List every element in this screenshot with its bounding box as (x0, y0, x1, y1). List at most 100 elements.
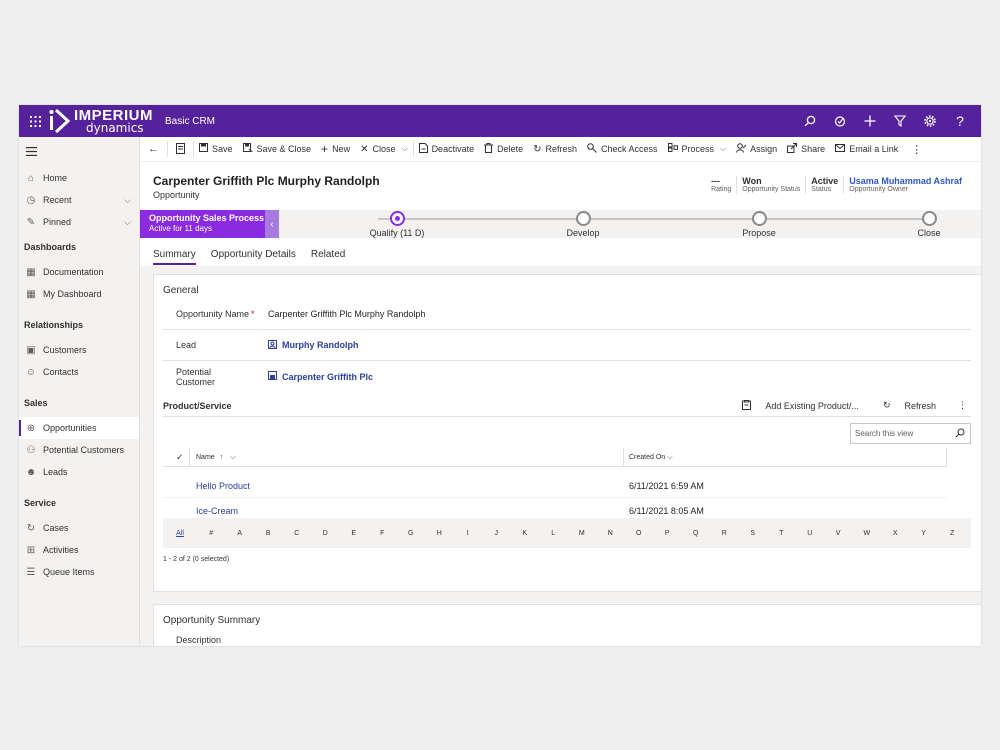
sidebar-item-pinned[interactable]: ✎ Pinned ⌵ (19, 211, 139, 233)
app-name[interactable]: Basic CRM (165, 116, 215, 127)
plus-icon[interactable] (855, 105, 885, 137)
alpha-filter-item[interactable]: Y (910, 530, 939, 537)
alpha-filter-all[interactable]: All (163, 530, 197, 537)
chevron-down-icon[interactable]: ⌵ (401, 144, 407, 154)
check-access-button[interactable]: Check Access (582, 137, 663, 162)
chevron-down-icon[interactable]: ⌵ (124, 195, 131, 206)
alpha-filter-item[interactable]: L (539, 530, 568, 537)
alpha-filter-item[interactable]: E (340, 530, 369, 537)
stage-label: Qualify (11 D) (369, 228, 425, 238)
created-on-cell: 6/11/2021 6:59 AM (629, 481, 704, 491)
alpha-filter-item[interactable]: Z (938, 530, 967, 537)
sidebar-item-home[interactable]: ⌂ Home (19, 167, 139, 189)
sidebar-item-my-dashboard[interactable]: ▦ My Dashboard (19, 283, 139, 305)
alpha-filter-item[interactable]: K (511, 530, 540, 537)
gear-icon[interactable] (915, 105, 945, 137)
tab-summary[interactable]: Summary (153, 238, 196, 266)
task-icon[interactable] (825, 105, 855, 137)
alpha-filter-item[interactable]: R (710, 530, 739, 537)
alpha-filter-item[interactable]: C (283, 530, 312, 537)
deactivate-button[interactable]: Deactivate (414, 137, 480, 162)
alpha-filter-item[interactable]: M (568, 530, 597, 537)
tab-opportunity-details[interactable]: Opportunity Details (211, 238, 296, 266)
help-icon[interactable]: ? (945, 105, 975, 137)
tab-related[interactable]: Related (311, 238, 345, 266)
sidebar-item-recent[interactable]: ◷ Recent ⌵ (19, 189, 139, 211)
stage-develop[interactable]: Develop (543, 211, 623, 238)
sidebar-item-opportunities[interactable]: ⊕ Opportunities (19, 417, 139, 439)
delete-button[interactable]: Delete (479, 137, 528, 162)
subgrid-search-input[interactable]: Search this view (850, 423, 971, 444)
sidebar-item-customers[interactable]: ▣ Customers (19, 339, 139, 361)
process-name-tag[interactable]: Opportunity Sales Process Active for 11 … (140, 210, 265, 238)
refresh-label: Refresh (545, 144, 578, 154)
alpha-filter-item[interactable]: P (653, 530, 682, 537)
alpha-filter-item[interactable]: T (767, 530, 796, 537)
product-name-link[interactable]: Ice-Cream (196, 506, 238, 516)
form-selector-button[interactable] (168, 137, 193, 162)
user-icon: ⚇ (26, 444, 36, 456)
owner-link[interactable]: Usama Muhammad Ashraf (849, 176, 962, 186)
hamburger-menu[interactable] (19, 141, 139, 161)
section-title: General (163, 285, 199, 296)
alpha-filter-item[interactable]: # (197, 530, 226, 537)
filter-icon[interactable] (885, 105, 915, 137)
more-commands-button[interactable]: ⋮ (903, 137, 930, 162)
lead-lookup[interactable]: Murphy Randolph (263, 339, 359, 351)
save-close-button[interactable]: Save & Close (238, 137, 317, 162)
customer-lookup[interactable]: Carpenter Griffith Plc (263, 371, 373, 382)
sidebar-item-cases[interactable]: ↻ Cases (19, 517, 139, 539)
alpha-filter-item[interactable]: U (796, 530, 825, 537)
sidebar-item-potential-customers[interactable]: ⚇ Potential Customers (19, 439, 139, 461)
column-header-created-on[interactable]: Created On ⌵ (623, 448, 673, 467)
sidebar-item-activities[interactable]: ⊞ Activities (19, 539, 139, 561)
sidebar-item-documentation[interactable]: ▦ Documentation (19, 261, 139, 283)
alpha-filter-item[interactable]: A (226, 530, 255, 537)
app-launcher-icon[interactable] (24, 115, 46, 127)
save-button[interactable]: Save (194, 137, 238, 162)
alpha-filter-item[interactable]: D (311, 530, 340, 537)
alpha-filter-item[interactable]: F (368, 530, 397, 537)
alpha-filter-item[interactable]: N (596, 530, 625, 537)
select-all-checkbox[interactable]: ✓ (176, 452, 184, 463)
chevron-down-icon[interactable]: ⌵ (124, 217, 131, 228)
chevron-left-icon[interactable]: ‹ (265, 210, 279, 238)
search-icon[interactable] (795, 105, 825, 137)
alpha-filter-item[interactable]: O (625, 530, 654, 537)
assign-button[interactable]: Assign (731, 137, 782, 162)
sidebar-item-queue-items[interactable]: ☰ Queue Items (19, 561, 139, 583)
company-logo[interactable]: IMPERIUM dynamics (48, 105, 153, 137)
alpha-filter-item[interactable]: S (739, 530, 768, 537)
new-button[interactable]: + New (316, 137, 355, 162)
alpha-filter-item[interactable]: V (824, 530, 853, 537)
close-button[interactable]: ✕ Close ⌵ (355, 137, 412, 162)
header-field-opportunity-status: Won Opportunity Status (736, 176, 805, 195)
alpha-filter-item[interactable]: H (425, 530, 454, 537)
stage-propose[interactable]: Propose (719, 211, 799, 238)
sidebar-item-leads[interactable]: ☻ Leads (19, 461, 139, 483)
chevron-down-icon[interactable]: ⌵ (720, 144, 726, 154)
alpha-filter-item[interactable]: Q (682, 530, 711, 537)
alpha-filter-item[interactable]: G (397, 530, 426, 537)
back-button[interactable]: ← (140, 137, 167, 162)
product-name-link[interactable]: Hello Product (196, 481, 250, 491)
alpha-filter-item[interactable]: W (853, 530, 882, 537)
more-vertical-icon[interactable]: ⋮ (958, 400, 967, 411)
column-header-name[interactable]: Name ↑ ⌵ (189, 448, 236, 467)
search-icon[interactable] (955, 428, 965, 440)
alpha-filter-item[interactable]: X (881, 530, 910, 537)
add-existing-product-button[interactable]: Add Existing Product/... (736, 399, 859, 412)
share-button[interactable]: Share (782, 137, 830, 162)
opportunity-name-input[interactable]: Carpenter Griffith Plc Murphy Randolph (263, 309, 425, 319)
alpha-filter-item[interactable]: J (482, 530, 511, 537)
table-row[interactable]: Hello Product 6/11/2021 6:59 AM (163, 473, 947, 498)
alpha-filter-item[interactable]: B (254, 530, 283, 537)
sidebar-item-contacts[interactable]: ☺ Contacts (19, 361, 139, 383)
alpha-filter-item[interactable]: I (454, 530, 483, 537)
refresh-button[interactable]: ↻ Refresh (528, 137, 582, 162)
stage-qualify[interactable]: Qualify (11 D) (357, 211, 437, 238)
subgrid-refresh-button[interactable]: ↻ Refresh (877, 400, 936, 411)
process-button[interactable]: Process ⌵ (663, 137, 732, 162)
email-link-button[interactable]: Email a Link (830, 137, 903, 162)
stage-close[interactable]: Close (889, 211, 969, 238)
